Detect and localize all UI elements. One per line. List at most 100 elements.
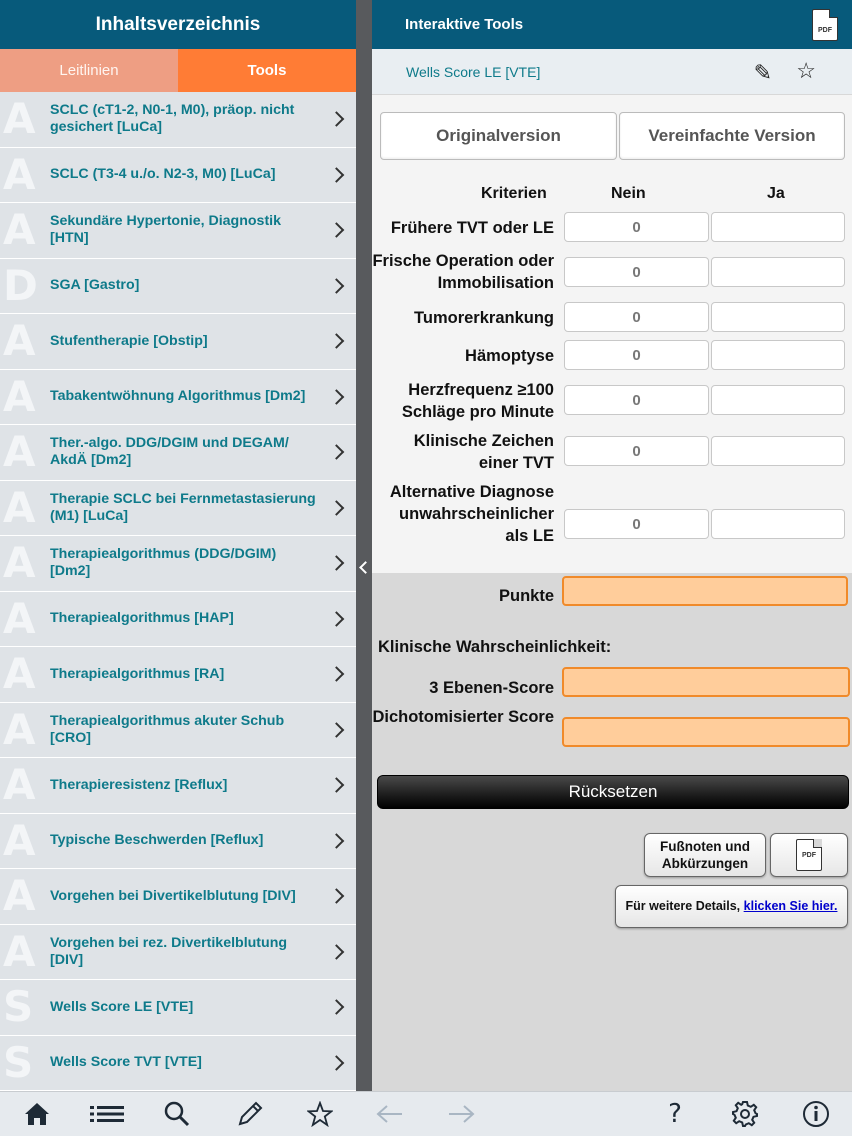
- gear-icon[interactable]: [730, 1100, 760, 1128]
- search-icon[interactable]: [162, 1100, 192, 1128]
- toc-item-label: Tabakentwöhnung Algorithmus [Dm2]: [50, 388, 306, 405]
- criterion-label: Klinische Zeichen einer TVT: [413, 432, 554, 472]
- criterion-yes-cell[interactable]: [711, 302, 845, 332]
- toc-list-item[interactable]: A Sekundäre Hypertonie, Diagnostik [HTN]: [0, 203, 356, 259]
- star-icon[interactable]: [305, 1100, 335, 1128]
- toc-list-item[interactable]: A Tabakentwöhnung Algorithmus [Dm2]: [0, 369, 356, 425]
- criterion-label: Alternative Diagnose unwahrscheinlicher …: [389, 483, 554, 545]
- toc-item-label: SCLC (T3-4 u./o. N2-3, M0) [LuCa]: [50, 166, 276, 183]
- category-letter-icon: A: [3, 371, 36, 421]
- criterion-no-cell[interactable]: 0: [564, 436, 709, 466]
- chevron-right-icon: [328, 999, 345, 1016]
- collapse-chevron-icon[interactable]: [359, 561, 372, 574]
- category-letter-icon: A: [3, 205, 36, 255]
- toc-item-label: SGA [Gastro]: [50, 277, 140, 294]
- tool-pane: Interaktive Tools PDF Wells Score LE [VT…: [372, 0, 852, 1091]
- toc-list: A SCLC (cT1-2, N0-1, M0), präop. nicht ge…: [0, 92, 356, 1091]
- toc-list-item[interactable]: D SGA [Gastro]: [0, 258, 356, 314]
- help-icon[interactable]: ?: [662, 1099, 688, 1129]
- chevron-right-icon: [328, 888, 345, 905]
- pdf-icon: PDF: [796, 839, 822, 871]
- home-icon[interactable]: [22, 1100, 52, 1128]
- toc-item-label: Vorgehen bei rez. Divertikelblutung [DIV…: [50, 934, 288, 968]
- toc-list-item[interactable]: A Therapie SCLC bei Fernmetastasierung (M…: [0, 480, 356, 536]
- criterion-yes-cell[interactable]: [711, 257, 845, 287]
- toc-list-item[interactable]: S Wells Score TVT [VTE]: [0, 1035, 356, 1091]
- toc-list-item[interactable]: A SCLC (T3-4 u./o. N2-3, M0) [LuCa]: [0, 147, 356, 203]
- toc-list-item[interactable]: A Vorgehen bei Divertikelblutung [DIV]: [0, 869, 356, 925]
- criterion-no-cell[interactable]: 0: [564, 385, 709, 415]
- col-yes: Ja: [767, 185, 785, 202]
- list-icon[interactable]: [90, 1100, 124, 1128]
- footnotes-button[interactable]: Fußnoten und Abkürzungen: [644, 833, 766, 877]
- criterion-no-cell[interactable]: 0: [564, 257, 709, 287]
- toc-list-item[interactable]: A Therapieresistenz [Reflux]: [0, 758, 356, 814]
- toc-list-item[interactable]: A Therapiealgorithmus (DDG/DGIM) [Dm2]: [0, 536, 356, 592]
- original-version-button[interactable]: Originalversion: [380, 112, 617, 160]
- category-letter-icon: A: [3, 926, 36, 976]
- category-letter-icon: A: [3, 94, 36, 144]
- app-window: Inhaltsverzeichnis Leitlinien Tools A SCL…: [0, 0, 852, 1136]
- toc-list-item[interactable]: A SCLC (cT1-2, N0-1, M0), präop. nicht ge…: [0, 92, 356, 148]
- star-icon[interactable]: ☆: [796, 58, 816, 84]
- criterion-yes-cell[interactable]: [711, 385, 845, 415]
- chevron-right-icon: [328, 111, 345, 128]
- toc-item-label: Therapie SCLC bei Fernmetastasierung (M1…: [50, 490, 316, 524]
- col-no: Nein: [611, 185, 646, 202]
- category-letter-icon: D: [3, 260, 38, 310]
- toc-list-item[interactable]: A Typische Beschwerden [Reflux]: [0, 813, 356, 869]
- details-prefix: Für weitere Details,: [625, 899, 744, 913]
- tab-leitlinien[interactable]: Leitlinien: [0, 49, 178, 92]
- col-criteria: Kriterien: [481, 185, 547, 202]
- pdf-icon-label: PDF: [802, 852, 816, 859]
- toc-list-item[interactable]: S Wells Score LE [VTE]: [0, 980, 356, 1036]
- details-button[interactable]: Für weitere Details, klicken Sie hier.: [615, 885, 848, 928]
- criterion-no-cell[interactable]: 0: [564, 340, 709, 370]
- toc-list-item[interactable]: A Therapiealgorithmus [RA]: [0, 647, 356, 703]
- info-icon[interactable]: [802, 1100, 830, 1128]
- toc-list-item[interactable]: A Stufentherapie [Obstip]: [0, 314, 356, 370]
- chevron-right-icon: [328, 333, 345, 350]
- reset-button[interactable]: Rücksetzen: [377, 775, 849, 809]
- criterion-yes-cell[interactable]: [711, 509, 845, 539]
- pdf-icon-label: PDF: [818, 27, 832, 34]
- tab-tools[interactable]: Tools: [178, 49, 356, 92]
- toc-item-label: Therapieresistenz [Reflux]: [50, 776, 228, 793]
- category-letter-icon: A: [3, 538, 36, 588]
- version-segment-area: Originalversion Vereinfachte Version: [372, 95, 852, 165]
- toc-list-item[interactable]: A Therapiealgorithmus [HAP]: [0, 591, 356, 647]
- pdf-icon[interactable]: PDF: [812, 9, 838, 41]
- category-letter-icon: A: [3, 316, 36, 366]
- tool-subtitle: Wells Score LE [VTE]: [406, 63, 541, 80]
- toc-tabs: Leitlinien Tools: [0, 49, 356, 92]
- toc-item-label: Wells Score LE [VTE]: [50, 998, 194, 1015]
- toc-list-item[interactable]: A Ther.-algo. DDG/DGIM und DEGAM/ AkdÄ [D…: [0, 425, 356, 481]
- pencil-icon[interactable]: [235, 1100, 265, 1128]
- criterion-yes-cell[interactable]: [711, 340, 845, 370]
- pencil-icon[interactable]: ✎: [754, 60, 772, 86]
- chevron-right-icon: [328, 777, 345, 794]
- probability-heading: Klinische Wahrscheinlichkeit:: [378, 638, 612, 656]
- forward-arrow-icon[interactable]: [446, 1100, 476, 1128]
- three-level-score-label: 3 Ebenen-Score: [429, 679, 554, 697]
- criterion-no-cell[interactable]: 0: [564, 212, 709, 242]
- chevron-right-icon: [328, 1054, 345, 1071]
- details-link[interactable]: klicken Sie hier.: [744, 898, 838, 915]
- toc-item-label: Therapiealgorithmus akuter Schub [CRO]: [50, 712, 285, 746]
- split-divider[interactable]: [356, 0, 372, 1091]
- criterion-no-cell[interactable]: 0: [564, 302, 709, 332]
- back-arrow-icon[interactable]: [375, 1100, 405, 1128]
- points-field: [562, 576, 848, 606]
- toc-list-item[interactable]: A Therapiealgorithmus akuter Schub [CRO]: [0, 702, 356, 758]
- category-letter-icon: A: [3, 482, 36, 532]
- toc-title: Inhaltsverzeichnis: [0, 0, 356, 49]
- pdf-button[interactable]: PDF: [770, 833, 848, 877]
- criterion-yes-cell[interactable]: [711, 212, 845, 242]
- simplified-version-button[interactable]: Vereinfachte Version: [619, 112, 845, 160]
- chevron-right-icon: [328, 222, 345, 239]
- category-letter-icon: A: [3, 760, 36, 810]
- criterion-yes-cell[interactable]: [711, 436, 845, 466]
- criterion-no-cell[interactable]: 0: [564, 509, 709, 539]
- dichotomized-score-label: Dichotomisierter Score: [372, 708, 554, 726]
- toc-list-item[interactable]: A Vorgehen bei rez. Divertikelblutung [DI…: [0, 924, 356, 980]
